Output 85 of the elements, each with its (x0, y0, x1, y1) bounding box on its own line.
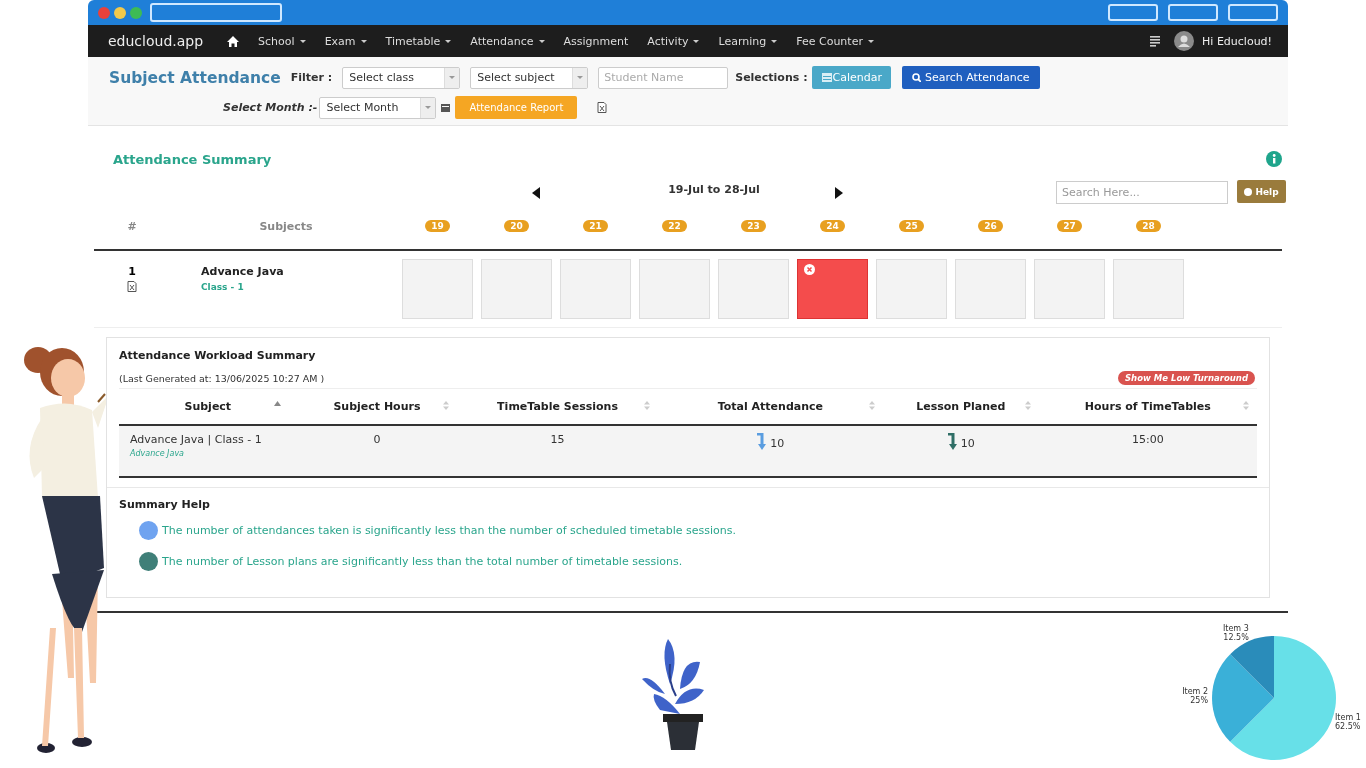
selections-label: Selections : (735, 71, 808, 84)
day-badge: 25 (899, 220, 924, 232)
last-generated-text: (Last Generated at: 13/06/2025 10:27 AM ) (119, 372, 325, 384)
user-greeting[interactable]: Hi Educloud! (1202, 34, 1272, 48)
slice-label: Item 3 12.5% (1222, 624, 1249, 643)
day-cell[interactable] (955, 259, 1026, 319)
table-cell: 10 (960, 437, 975, 450)
window-control-icon[interactable] (98, 6, 110, 19)
subject-text: Advance Java | Class - 1 (130, 433, 262, 446)
menu-item[interactable]: Assignment (563, 34, 629, 48)
day-cell[interactable] (639, 259, 710, 319)
day-cell[interactable] (481, 259, 552, 319)
day-cell[interactable] (1034, 259, 1105, 319)
notes-icon (1150, 35, 1161, 47)
table-cell: 15 (457, 425, 658, 477)
table-cell: 15:00 (1038, 425, 1257, 477)
day-badge: 21 (583, 220, 608, 232)
slice-label: Item 2 25% (1182, 687, 1208, 705)
menu-item[interactable]: Exam (324, 34, 367, 48)
help-title: Summary Help (119, 498, 211, 511)
menu-item[interactable]: Learning (718, 34, 778, 48)
calendar-icon (441, 103, 451, 112)
menu-item[interactable]: Attendance (470, 34, 545, 48)
column-header: # (126, 219, 138, 233)
search-attendance-button[interactable]: Search Attendance (902, 66, 1040, 89)
section-title: Attendance Summary (113, 151, 272, 167)
absent-day-cell[interactable] (797, 259, 868, 319)
day-cell[interactable] (718, 259, 789, 319)
day-badge: 20 (504, 220, 529, 232)
excel-file-icon[interactable] (597, 102, 608, 113)
day-cell[interactable] (1113, 259, 1184, 319)
page-title: Subject Attendance (109, 68, 281, 87)
window-control-icon[interactable] (114, 6, 126, 19)
class-dropdown[interactable]: Select class (342, 66, 461, 89)
close-icon (804, 264, 815, 275)
table-cell: 0 (296, 425, 458, 477)
window-tab-button[interactable] (1108, 4, 1158, 21)
menu-item[interactable]: Activity (647, 34, 700, 48)
day-cell[interactable] (876, 259, 947, 319)
day-badge: 24 (820, 220, 845, 232)
calendar-icon (821, 73, 832, 82)
avatar-icon (1174, 31, 1195, 51)
class-name: Class - 1 (201, 281, 245, 292)
help-text: The number of Lesson plans are significantly less than the total number of timetable sessions. (162, 555, 683, 568)
menu-item[interactable]: Timetable (385, 34, 452, 48)
down-arrow-icon (946, 433, 958, 450)
day-cell[interactable] (560, 259, 631, 319)
menu-item[interactable]: Fee Counter (796, 34, 874, 48)
next-arrow-icon[interactable] (835, 187, 843, 199)
subject-dropdown[interactable]: Select subject (470, 66, 589, 89)
search-field[interactable]: Search Here... (1056, 181, 1228, 204)
day-badge: 22 (662, 220, 687, 232)
low-turnaround-button[interactable]: Show Me Low Turnaround (1117, 371, 1255, 385)
previous-arrow-icon[interactable] (532, 187, 540, 199)
slice-label: Item 1 62.5% (1335, 713, 1361, 731)
day-badge: 23 (741, 220, 766, 232)
day-badge: 27 (1057, 220, 1082, 232)
info-icon (1266, 151, 1282, 167)
address-bar[interactable] (150, 3, 282, 22)
window-control-icon[interactable] (130, 6, 142, 19)
filter-label: Filter : (290, 71, 333, 84)
day-badge: 19 (425, 220, 450, 232)
table-cell: 10 (770, 437, 785, 450)
subject-subtext: Advance Java (130, 449, 186, 458)
day-badge: 26 (978, 220, 1003, 232)
menu-item[interactable]: School (258, 34, 306, 48)
brand-name[interactable]: educloud.app (108, 33, 204, 49)
day-cell[interactable] (402, 259, 473, 319)
column-header: Subjects (258, 219, 314, 233)
date-range: 19-Jul to 28-Jul (667, 183, 761, 196)
section-title: Attendance Workload Summary (119, 348, 317, 362)
month-dropdown[interactable]: Select Month (319, 96, 437, 119)
select-month-label: Select Month :- (223, 101, 318, 114)
search-icon (912, 73, 921, 82)
subject-name: Advance Java (201, 264, 285, 278)
window-tab-button[interactable] (1228, 4, 1278, 21)
day-badge: 28 (1136, 220, 1161, 232)
help-button[interactable]: Help (1237, 180, 1286, 203)
excel-file-icon[interactable] (127, 280, 137, 292)
window-tab-button[interactable] (1168, 4, 1218, 21)
student-name-field[interactable]: Student Name (598, 66, 729, 89)
home-icon[interactable] (227, 35, 240, 47)
down-arrow-icon (756, 433, 768, 450)
row-number: 1 (128, 264, 136, 278)
help-text: The number of attendances taken is significantly less than the number of scheduled timetable sessions. (162, 524, 737, 537)
